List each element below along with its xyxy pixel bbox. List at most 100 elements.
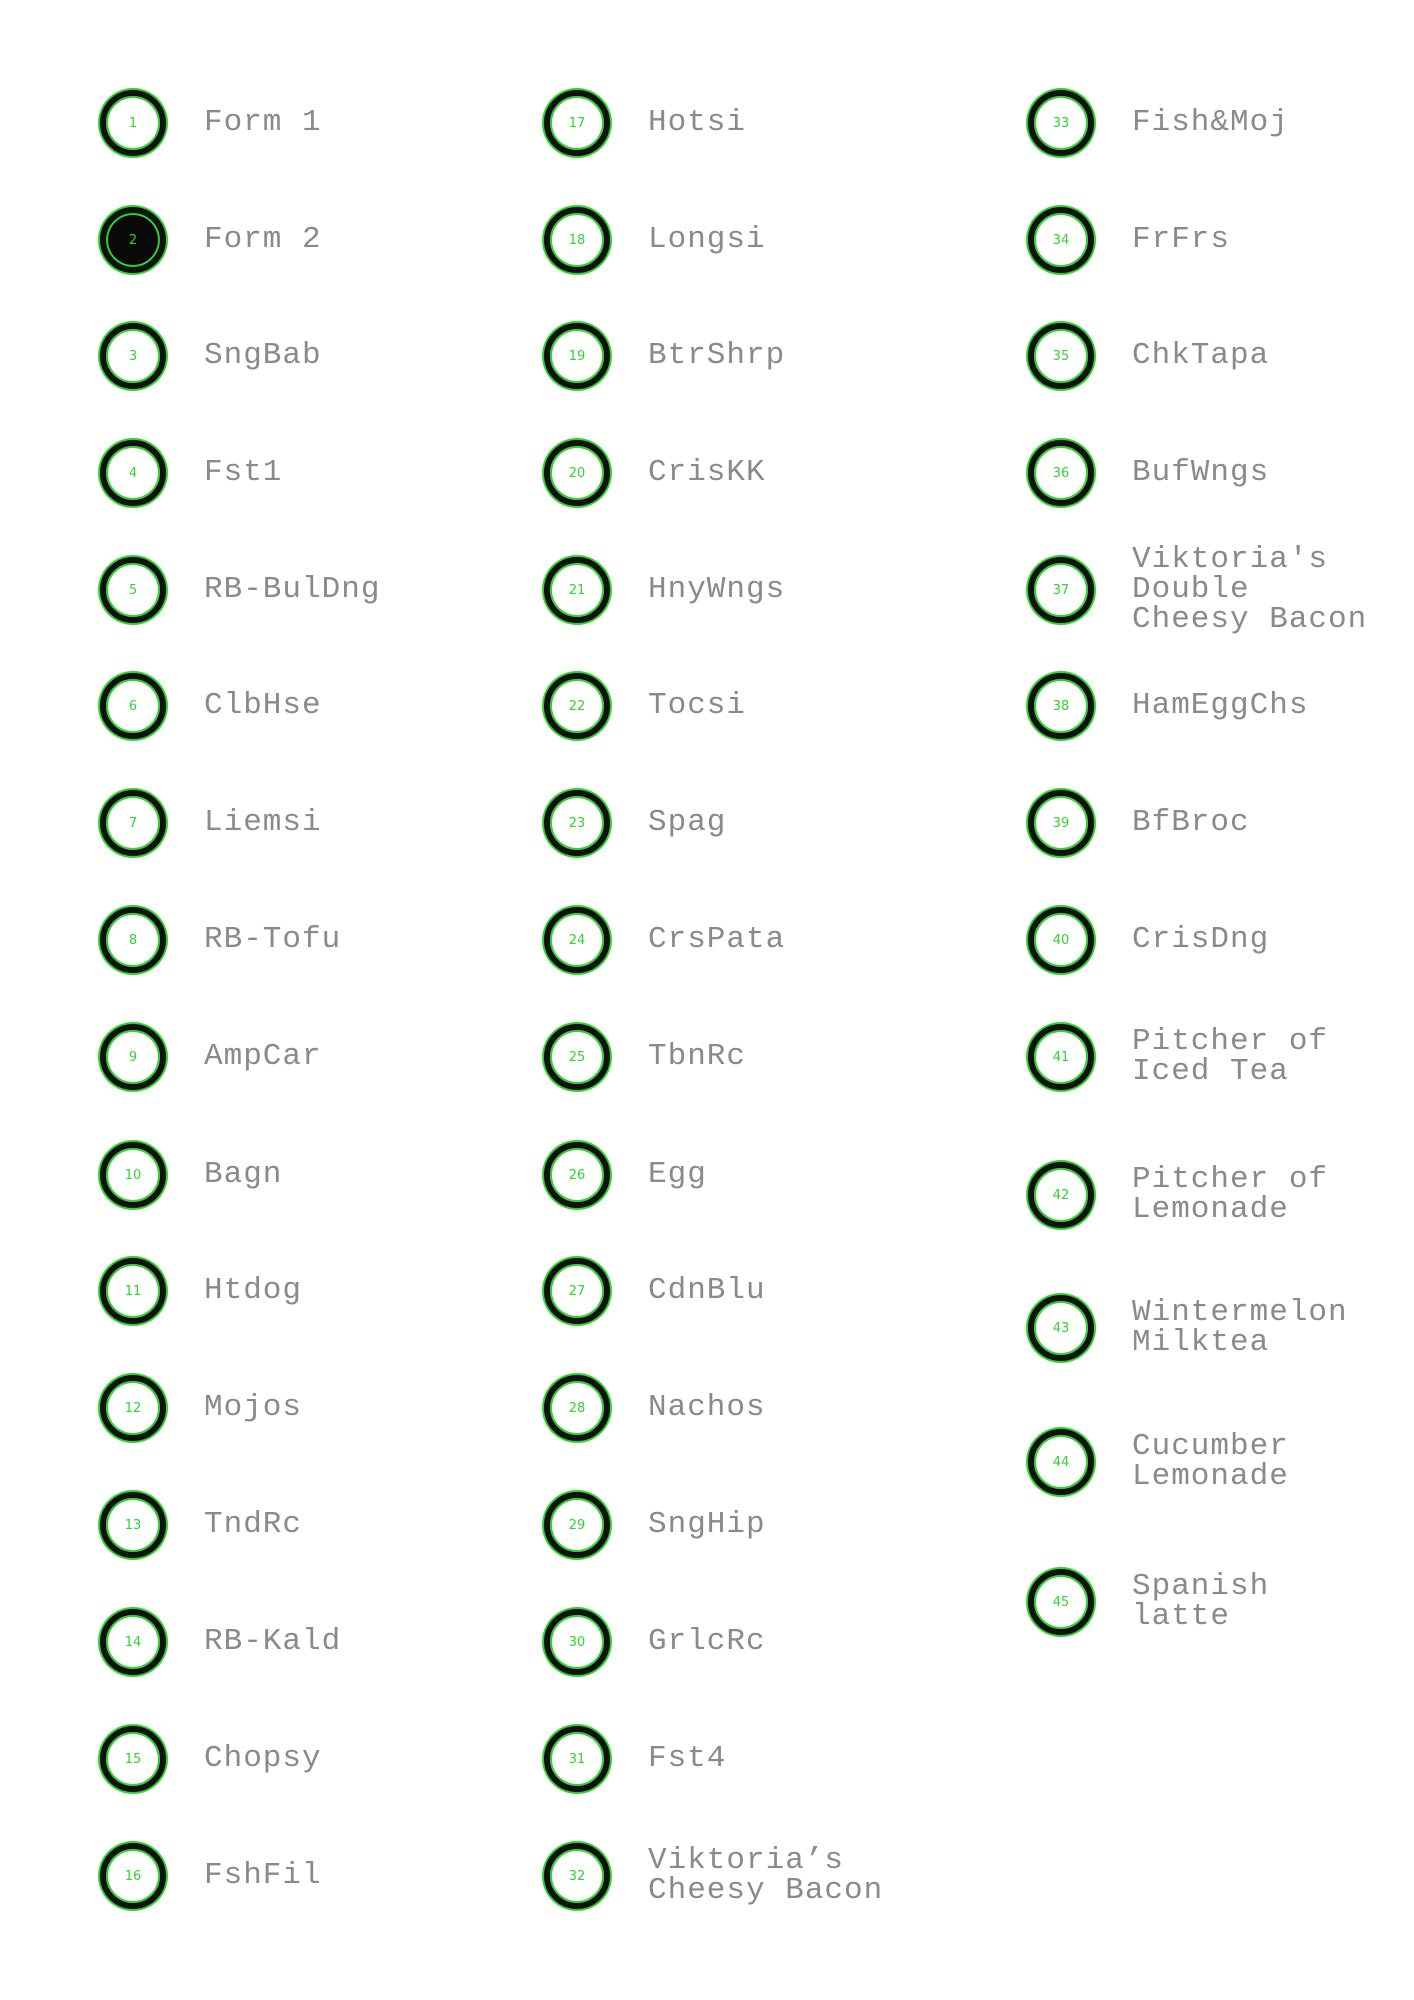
item-number: 42 <box>1052 1187 1070 1203</box>
item-label: Egg <box>648 1157 707 1192</box>
item-label: Wintermelon Milktea <box>1132 1295 1348 1360</box>
list-item[interactable]: 20 CrisKK <box>544 440 766 506</box>
list-item[interactable]: 6 ClbHse <box>100 673 322 739</box>
radio-circle[interactable]: 40 <box>1028 907 1094 973</box>
radio-circle[interactable]: 15 <box>100 1726 166 1792</box>
radio-circle[interactable]: 24 <box>544 907 610 973</box>
list-item[interactable]: 34 FrFrs <box>1028 207 1230 273</box>
list-item[interactable]: 9 AmpCar <box>100 1024 322 1090</box>
list-item[interactable]: 29 SngHip <box>544 1492 766 1558</box>
list-item[interactable]: 4 Fst1 <box>100 440 282 506</box>
list-item[interactable]: 7 Liemsi <box>100 790 322 856</box>
radio-circle[interactable]: 31 <box>544 1726 610 1792</box>
list-item[interactable]: 26 Egg <box>544 1142 707 1208</box>
item-number: 2 <box>128 232 138 248</box>
list-item[interactable]: 13 TndRc <box>100 1492 302 1558</box>
list-item[interactable]: 45 Spanish latte <box>1028 1569 1269 1635</box>
radio-circle[interactable]: 26 <box>544 1142 610 1208</box>
radio-circle[interactable]: 21 <box>544 557 610 623</box>
radio-circle[interactable]: 5 <box>100 557 166 623</box>
list-item[interactable]: 8 RB-Tofu <box>100 907 341 973</box>
list-item[interactable]: 21 HnyWngs <box>544 557 785 623</box>
list-item[interactable]: 44 Cucumber Lemonade <box>1028 1429 1289 1495</box>
radio-circle[interactable]: 27 <box>544 1258 610 1324</box>
radio-circle[interactable]: 34 <box>1028 207 1094 273</box>
list-item[interactable]: 39 BfBroc <box>1028 790 1250 856</box>
item-number: 21 <box>568 582 586 598</box>
list-item[interactable]: 30 GrlcRc <box>544 1609 766 1675</box>
radio-circle[interactable]: 29 <box>544 1492 610 1558</box>
radio-circle[interactable]: 44 <box>1028 1429 1094 1495</box>
list-item[interactable]: 41 Pitcher of Iced Tea <box>1028 1024 1328 1090</box>
list-item[interactable]: 15 Chopsy <box>100 1726 322 1792</box>
radio-circle[interactable]: 41 <box>1028 1024 1094 1090</box>
radio-circle-selected[interactable]: 2 <box>100 207 166 273</box>
item-number: 4 <box>128 465 138 481</box>
list-item[interactable]: 11 Htdog <box>100 1258 302 1324</box>
list-item[interactable]: 31 Fst4 <box>544 1726 726 1792</box>
list-item[interactable]: 14 RB-Kald <box>100 1609 341 1675</box>
list-item[interactable]: 33 Fish&Moj <box>1028 90 1289 156</box>
list-item[interactable]: 36 BufWngs <box>1028 440 1269 506</box>
list-item[interactable]: 25 TbnRc <box>544 1024 746 1090</box>
radio-circle[interactable]: 32 <box>544 1843 610 1909</box>
radio-circle[interactable]: 1 <box>100 90 166 156</box>
radio-circle[interactable]: 18 <box>544 207 610 273</box>
radio-circle[interactable]: 23 <box>544 790 610 856</box>
radio-circle[interactable]: 45 <box>1028 1569 1094 1635</box>
list-item[interactable]: 32 Viktoria’s Cheesy Bacon <box>544 1843 883 1909</box>
radio-circle[interactable]: 30 <box>544 1609 610 1675</box>
list-item[interactable]: 23 Spag <box>544 790 726 856</box>
list-item[interactable]: 18 Longsi <box>544 207 766 273</box>
list-item[interactable]: 2 Form 2 <box>100 207 322 273</box>
radio-circle[interactable]: 13 <box>100 1492 166 1558</box>
radio-circle[interactable]: 4 <box>100 440 166 506</box>
list-item[interactable]: 1 Form 1 <box>100 90 322 156</box>
list-item[interactable]: 27 CdnBlu <box>544 1258 766 1324</box>
radio-circle[interactable]: 11 <box>100 1258 166 1324</box>
list-item[interactable]: 16 FshFil <box>100 1843 322 1909</box>
radio-circle[interactable]: 17 <box>544 90 610 156</box>
item-label: SngBab <box>204 338 322 373</box>
radio-circle[interactable]: 16 <box>100 1843 166 1909</box>
radio-circle[interactable]: 3 <box>100 323 166 389</box>
list-item[interactable]: 5 RB-BulDng <box>100 557 380 623</box>
list-item[interactable]: 19 BtrShrp <box>544 323 785 389</box>
radio-circle[interactable]: 12 <box>100 1375 166 1441</box>
list-item[interactable]: 42 Pitcher of Lemonade <box>1028 1162 1328 1228</box>
radio-circle[interactable]: 39 <box>1028 790 1094 856</box>
list-item[interactable]: 10 Bagn <box>100 1142 282 1208</box>
radio-circle[interactable]: 6 <box>100 673 166 739</box>
list-item[interactable]: 24 CrsPata <box>544 907 785 973</box>
item-label: CrisDng <box>1132 922 1270 957</box>
radio-circle[interactable]: 7 <box>100 790 166 856</box>
radio-circle[interactable]: 36 <box>1028 440 1094 506</box>
radio-circle[interactable]: 25 <box>544 1024 610 1090</box>
list-item[interactable]: 38 HamEggChs <box>1028 673 1308 739</box>
radio-circle[interactable]: 33 <box>1028 90 1094 156</box>
list-item[interactable]: 3 SngBab <box>100 323 322 389</box>
radio-circle[interactable]: 19 <box>544 323 610 389</box>
item-label: Fst4 <box>648 1741 727 1776</box>
list-item[interactable]: 43 Wintermelon Milktea <box>1028 1295 1348 1361</box>
radio-circle[interactable]: 8 <box>100 907 166 973</box>
radio-circle[interactable]: 28 <box>544 1375 610 1441</box>
list-item[interactable]: 35 ChkTapa <box>1028 323 1269 389</box>
list-item[interactable]: 22 Tocsi <box>544 673 746 739</box>
radio-circle[interactable]: 9 <box>100 1024 166 1090</box>
radio-circle[interactable]: 42 <box>1028 1162 1094 1228</box>
list-item[interactable]: 28 Nachos <box>544 1375 766 1441</box>
radio-circle[interactable]: 10 <box>100 1142 166 1208</box>
item-label: Mojos <box>204 1390 303 1425</box>
radio-circle[interactable]: 35 <box>1028 323 1094 389</box>
radio-circle[interactable]: 22 <box>544 673 610 739</box>
radio-circle[interactable]: 37 <box>1028 557 1094 623</box>
radio-circle[interactable]: 43 <box>1028 1295 1094 1361</box>
list-item[interactable]: 40 CrisDng <box>1028 907 1269 973</box>
list-item[interactable]: 37 Viktoria's Double Cheesy Bacon <box>1028 544 1367 635</box>
list-item[interactable]: 12 Mojos <box>100 1375 302 1441</box>
radio-circle[interactable]: 14 <box>100 1609 166 1675</box>
radio-circle[interactable]: 38 <box>1028 673 1094 739</box>
list-item[interactable]: 17 Hotsi <box>544 90 746 156</box>
radio-circle[interactable]: 20 <box>544 440 610 506</box>
